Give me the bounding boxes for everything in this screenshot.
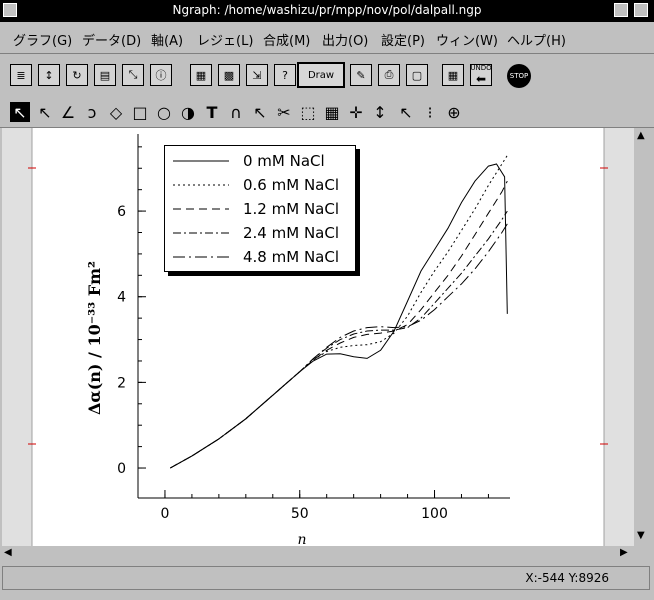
- rectangle-icon[interactable]: □: [130, 102, 150, 122]
- legend-label: 2.4 mM NaCl: [243, 224, 339, 242]
- draw-label: Draw: [307, 69, 335, 81]
- legend-entry: 4.8 mM NaCl: [173, 247, 339, 267]
- xy-icon[interactable]: ⤡: [122, 64, 144, 86]
- y-tick-label: 6: [117, 204, 126, 220]
- text-pointer-icon[interactable]: ↖: [35, 102, 55, 122]
- scroll-left-icon[interactable]: ◀: [4, 547, 12, 558]
- paper-margin-left: [2, 128, 32, 546]
- legend-swatch: [173, 208, 229, 210]
- menu-preferences[interactable]: 設定(P): [381, 30, 425, 49]
- stop-button[interactable]: STOP: [507, 64, 531, 88]
- menu-output[interactable]: 出力(O): [322, 30, 368, 49]
- menu-legend[interactable]: レジェ(L): [197, 30, 253, 49]
- query-icon[interactable]: ?: [274, 64, 296, 86]
- y-tick-label: 4: [117, 290, 126, 306]
- pointer-icon[interactable]: ↖: [10, 102, 30, 122]
- maximize-button[interactable]: [634, 3, 648, 17]
- data-pointer-icon[interactable]: ⁝: [420, 102, 440, 122]
- legend-entry: 0.6 mM NaCl: [173, 175, 339, 195]
- scroll-up-icon[interactable]: ▲: [637, 130, 645, 141]
- arrow-left-icon: ⬅: [475, 72, 487, 86]
- menu-merge[interactable]: 合成(M): [263, 30, 310, 49]
- axis-scale-icon[interactable]: ↕: [38, 64, 60, 86]
- x-tick-label: 50: [291, 506, 309, 522]
- menu-window[interactable]: ウィン(W): [436, 30, 498, 49]
- legend-label: 4.8 mM NaCl: [243, 248, 339, 266]
- load-icon[interactable]: ⇲: [246, 64, 268, 86]
- x-tick-label: 0: [160, 506, 169, 522]
- legend-entry: 2.4 mM NaCl: [173, 223, 339, 243]
- undo-button[interactable]: UNDO ⬅: [470, 64, 492, 86]
- minimize-button[interactable]: [614, 3, 628, 17]
- legend-pointer-icon[interactable]: ↖: [396, 102, 416, 122]
- horizontal-scrollbar[interactable]: ◀ ▶: [2, 546, 634, 562]
- circle-icon[interactable]: ○: [154, 102, 174, 122]
- axis-cut-icon[interactable]: ✂: [274, 102, 294, 122]
- legend-entry: 1.2 mM NaCl: [173, 199, 339, 219]
- command-toolbar: ≣ ↕ ↻ ▤ ⤡ ⓘ ▦ ▩ ⇲ ? Draw ✎ ⎙ ▢ ▦ UNDO ⬅ …: [0, 56, 654, 94]
- legend[interactable]: 0 mM NaCl 0.6 mM NaCl 1.2 mM NaCl 2.4 mM Na…: [164, 145, 356, 272]
- legend-label: 0.6 mM NaCl: [243, 176, 339, 194]
- y-axis-label: Δα(n) / 10⁻³³ Fm²: [85, 261, 104, 415]
- data-icon[interactable]: ▦: [190, 64, 212, 86]
- print-icon[interactable]: ⎙: [378, 64, 400, 86]
- menu-bar: グラフ(G) データ(D) 軸(A) レジェ(L) 合成(M) 出力(O) 設定…: [0, 23, 654, 54]
- eraser-icon[interactable]: ✎: [350, 64, 372, 86]
- y-tick-label: 0: [117, 461, 126, 477]
- legend-swatch: [173, 232, 229, 234]
- legend-swatch: [173, 184, 229, 186]
- window-titlebar[interactable]: Ngraph: /home/washizu/pr/mpp/nov/pol/dal…: [0, 0, 654, 22]
- cross-axis-icon[interactable]: ✛: [346, 102, 366, 122]
- x-axis-label: n: [297, 532, 306, 546]
- zoom-icon[interactable]: ⊕: [444, 102, 464, 122]
- window-icon[interactable]: ▢: [406, 64, 428, 86]
- file-open-icon[interactable]: ▤: [94, 64, 116, 86]
- menu-axis[interactable]: 軸(A): [151, 30, 183, 49]
- legend-swatch: [173, 160, 229, 162]
- x-tick-label: 100: [421, 506, 448, 522]
- vertical-scrollbar[interactable]: ▲ ▼: [634, 128, 652, 546]
- calculator-icon[interactable]: ▦: [442, 64, 464, 86]
- menu-graph[interactable]: グラフ(G): [13, 30, 72, 49]
- paper-margin-right: [604, 128, 634, 546]
- draw-button[interactable]: Draw: [297, 62, 345, 88]
- scroll-right-icon[interactable]: ▶: [620, 547, 628, 558]
- graph-icon[interactable]: ≣: [10, 64, 32, 86]
- text-icon[interactable]: T: [202, 102, 222, 122]
- status-bar: X:-544 Y:8926: [2, 566, 650, 590]
- half-circle-icon[interactable]: ◑: [178, 102, 198, 122]
- legend-label: 0 mM NaCl: [243, 152, 325, 170]
- axis-pointer-icon[interactable]: ↖: [250, 102, 270, 122]
- undo-label: UNDO: [470, 64, 492, 72]
- drawing-toolbar: ↖ ↖ ∠ ↄ ◇ □ ○ ◑ T ∩ ↖ ✂ ⬚ ▦ ✛ ↕ ↖ ⁝ ⊕: [0, 97, 654, 128]
- window-title: Ngraph: /home/washizu/pr/mpp/nov/pol/dal…: [172, 3, 482, 17]
- grid-icon[interactable]: ▦: [322, 102, 342, 122]
- scroll-down-icon[interactable]: ▼: [637, 530, 645, 541]
- merge-icon[interactable]: ▩: [218, 64, 240, 86]
- frame-axis-icon[interactable]: ⬚: [298, 102, 318, 122]
- menu-data[interactable]: データ(D): [82, 30, 141, 49]
- menu-help[interactable]: ヘルプ(H): [507, 30, 566, 49]
- info-icon[interactable]: ⓘ: [150, 64, 172, 86]
- cursor-coordinates: X:-544 Y:8926: [525, 571, 609, 585]
- y-tick-label: 2: [117, 375, 126, 391]
- curve-icon[interactable]: ↄ: [82, 102, 102, 122]
- legend-swatch: [173, 256, 229, 258]
- legend-label: 1.2 mM NaCl: [243, 200, 339, 218]
- single-axis-icon[interactable]: ↕: [370, 102, 390, 122]
- drawing-canvas[interactable]: 0 50 100 0 2 4 6 Δα(n) / 10⁻³³ Fm² n 0 mM NaCl…: [2, 128, 634, 546]
- angle-icon[interactable]: ∠: [58, 102, 78, 122]
- legend-entry: 0 mM NaCl: [173, 151, 325, 171]
- refresh-icon[interactable]: ↻: [66, 64, 88, 86]
- diamond-icon[interactable]: ◇: [106, 102, 126, 122]
- spline-icon[interactable]: ∩: [226, 102, 246, 122]
